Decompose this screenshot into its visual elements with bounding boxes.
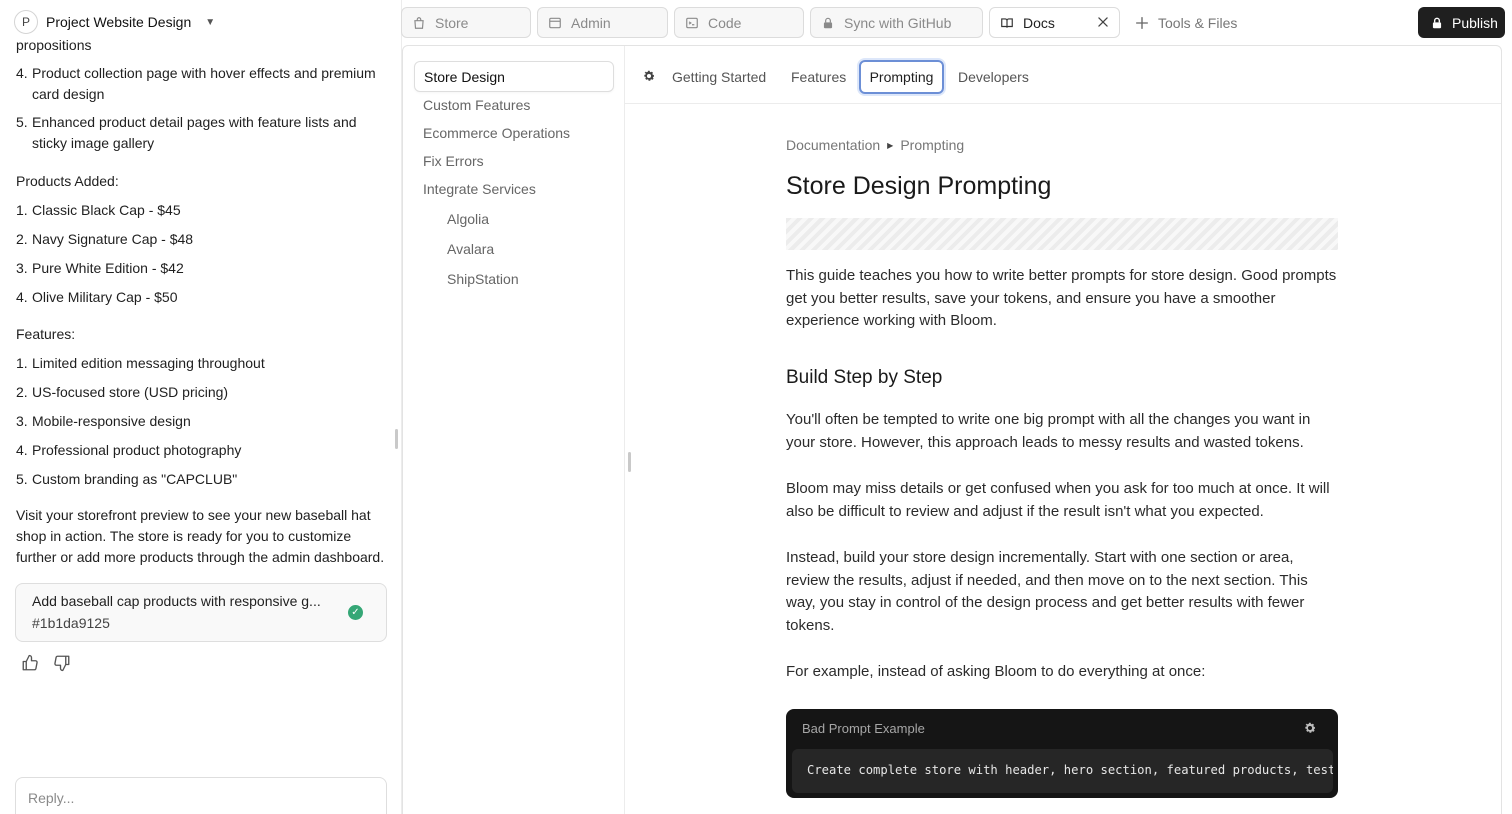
code-example-title: Bad Prompt Example <box>802 721 925 736</box>
list-item: 1. Limited edition messaging throughout <box>16 355 265 371</box>
project-switcher[interactable]: P Project Website Design ▼ <box>14 10 215 34</box>
commit-title: Add baseball cap products with responsiv… <box>32 593 321 609</box>
gear-icon[interactable] <box>1303 721 1317 735</box>
list-item: 4. Professional product photography <box>16 442 242 458</box>
lock-icon <box>823 17 833 28</box>
shopping-bag-icon <box>414 16 424 29</box>
tab-label: Sync with GitHub <box>844 14 952 31</box>
tab-label: Admin <box>571 14 611 31</box>
breadcrumb-prompting: Prompting <box>900 137 965 153</box>
tab-label: Docs <box>1023 14 1055 31</box>
docs-tab-bar: Getting Started Features Prompting Devel… <box>625 46 1501 104</box>
intro-paragraph: This guide teaches you how to write bett… <box>786 267 1337 330</box>
paragraph: For example, instead of asking Bloom to … <box>786 663 1206 680</box>
code-example-card: Bad Prompt Example Create complete store… <box>786 709 1338 798</box>
list-item: 4. Product collection page with hover eff… <box>16 65 376 102</box>
list-item: 1. Classic Black Cap - $45 <box>16 202 181 218</box>
sidebar-item-integrate-services[interactable]: Integrate Services <box>423 181 536 197</box>
tab-features[interactable]: Features <box>791 60 846 94</box>
paragraph: You'll often be tempted to write one big… <box>786 411 1311 451</box>
list-item: 5. Enhanced product detail pages with fea… <box>16 114 357 151</box>
section-heading: Products Added: <box>16 173 119 189</box>
book-open-icon <box>1001 17 1013 28</box>
project-name: Project Website Design <box>46 14 192 30</box>
sidebar-item-fix-errors[interactable]: Fix Errors <box>423 153 484 169</box>
commit-card[interactable]: Add baseball cap products with responsiv… <box>15 583 387 642</box>
list-item: 2. US-focused store (USD pricing) <box>16 384 229 400</box>
browser-window-icon <box>549 17 561 28</box>
breadcrumb-documentation[interactable]: Documentation <box>786 137 880 153</box>
breadcrumb: Documentation ▶ Prompting <box>786 137 964 153</box>
check-circle-icon: ✓ <box>348 605 363 620</box>
tab-getting-started[interactable]: Getting Started <box>672 60 766 94</box>
publish-button[interactable]: Publish <box>1418 7 1505 38</box>
sidebar-item-avalara[interactable]: Avalara <box>447 241 494 257</box>
list-item: 5. Custom branding as "CAPCLUB" <box>16 471 238 487</box>
sidebar-item-custom-features[interactable]: Custom Features <box>423 97 530 113</box>
chat-panel: P Project Website Design ▼ propositions … <box>0 0 402 814</box>
lock-icon <box>1432 17 1442 28</box>
page-title: Store Design Prompting <box>786 172 1052 200</box>
reply-box <box>15 777 387 814</box>
hero-image-placeholder <box>786 218 1338 250</box>
list-item: 2. Navy Signature Cap - $48 <box>16 231 194 247</box>
sidebar-item-algolia[interactable]: Algolia <box>447 211 489 227</box>
list-item: 4. Olive Military Cap - $50 <box>16 289 178 305</box>
paragraph: Instead, build your store design increme… <box>786 549 1308 634</box>
chevron-down-icon: ▼ <box>205 16 216 28</box>
reply-input[interactable] <box>28 790 368 806</box>
tab-prompting[interactable]: Prompting <box>859 60 944 94</box>
sidebar-item-store-design[interactable]: Store Design <box>414 61 614 92</box>
tools-files-button[interactable]: Tools & Files <box>1134 7 1237 38</box>
chat-line: propositions <box>16 37 92 53</box>
sidebar-item-ecommerce-operations[interactable]: Ecommerce Operations <box>423 125 570 141</box>
paragraph: Bloom may miss details or get confused w… <box>786 480 1330 520</box>
tab-code[interactable]: Code <box>674 7 804 38</box>
docs-sidebar: Store Design Custom Features Ecommerce O… <box>403 46 625 814</box>
commit-hash: #1b1da9125 <box>32 615 110 631</box>
tab-label: Store <box>435 14 469 31</box>
section-heading: Features: <box>16 326 76 342</box>
sidebar-item-shipstation[interactable]: ShipStation <box>447 271 519 287</box>
panel-resize-handle[interactable] <box>395 429 398 449</box>
section-heading: Build Step by Step <box>786 367 943 388</box>
publish-label: Publish <box>1452 14 1498 31</box>
list-item: 3. Pure White Edition - $42 <box>16 260 184 276</box>
chat-summary: Visit your storefront preview to see you… <box>16 507 385 565</box>
tab-label: Code <box>708 14 742 31</box>
tab-store[interactable]: Store <box>401 7 531 38</box>
gear-icon[interactable] <box>642 69 656 83</box>
tab-sync-github[interactable]: Sync with GitHub <box>810 7 983 38</box>
project-avatar: P <box>14 10 38 34</box>
plus-icon <box>1136 16 1148 29</box>
code-text: Create complete store with header, hero … <box>807 763 1333 777</box>
thumbs-down-icon[interactable] <box>53 654 71 672</box>
terminal-icon <box>686 17 698 28</box>
thumbs-up-icon[interactable] <box>21 654 39 672</box>
tab-admin[interactable]: Admin <box>537 7 668 38</box>
tab-developers[interactable]: Developers <box>958 60 1029 94</box>
close-icon[interactable] <box>1096 15 1110 29</box>
tab-docs[interactable]: Docs <box>989 7 1120 38</box>
panel-resize-handle[interactable] <box>628 452 631 472</box>
chevron-right-icon: ▶ <box>887 140 894 150</box>
tools-files-label: Tools & Files <box>1158 14 1238 31</box>
list-item: 3. Mobile-responsive design <box>16 413 191 429</box>
code-block[interactable]: Create complete store with header, hero … <box>792 749 1333 793</box>
